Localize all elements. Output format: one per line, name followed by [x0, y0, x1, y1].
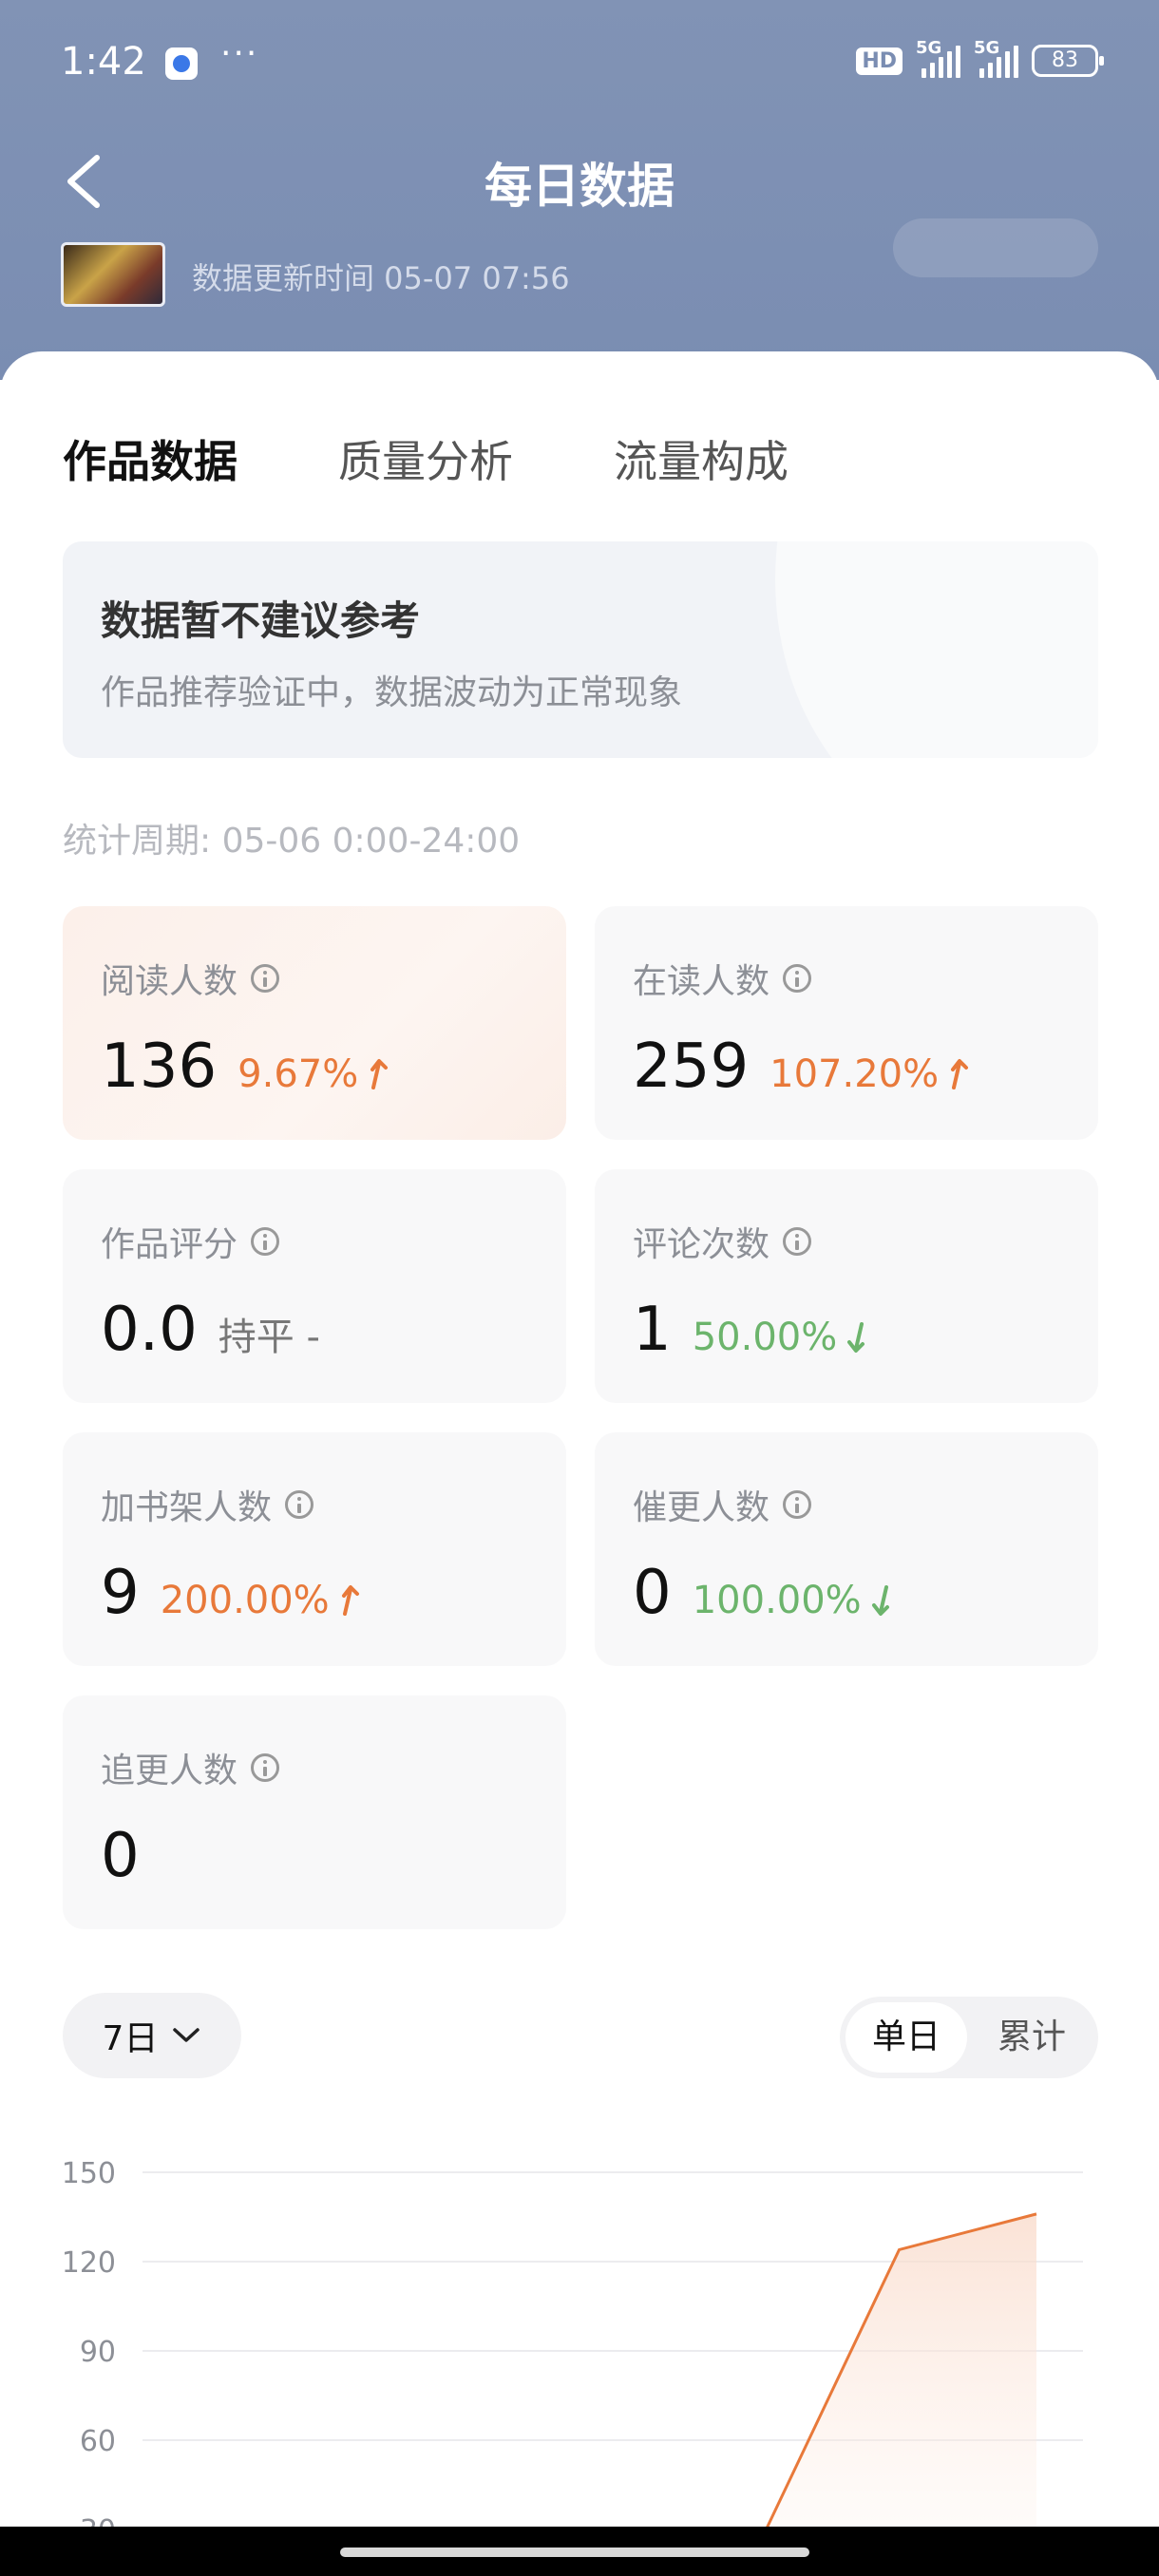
y-tick-label: 30 [80, 2514, 116, 2527]
signal-label-2: 5G [974, 38, 1000, 58]
metric-card-active-readers[interactable]: 在读人数 259 107.20% [595, 906, 1098, 1140]
change-text: 100.00% [692, 1579, 862, 1622]
trend-up-icon [341, 1585, 359, 1616]
metric-change: 9.67% [238, 1052, 390, 1096]
navigation-bar [0, 2527, 1159, 2576]
metric-card-readers[interactable]: 阅读人数 136 9.67% [63, 906, 566, 1140]
metric-label: 追更人数 [101, 1752, 238, 1790]
metric-change: 107.20% [770, 1052, 971, 1096]
change-text: 9.67% [238, 1052, 359, 1096]
info-icon[interactable] [285, 1490, 314, 1519]
metric-value: 0.0 [101, 1295, 198, 1365]
y-tick-label: 90 [80, 2336, 116, 2369]
home-gesture-handle[interactable] [340, 2548, 809, 2557]
metric-value: 0 [633, 1558, 672, 1628]
metric-card-bookshelf[interactable]: 加书架人数 9 200.00% [63, 1432, 566, 1666]
metric-value: 259 [633, 1032, 750, 1102]
metric-change: 100.00% [693, 1579, 894, 1622]
trend-down-icon [871, 1585, 889, 1616]
hd-voice-icon: HD [856, 47, 902, 75]
notice-title: 数据暂不建议参考 [101, 597, 421, 644]
metric-card-comments[interactable]: 评论次数 1 50.00% [595, 1169, 1098, 1403]
change-text: 107.20% [770, 1052, 940, 1096]
stat-period: 统计周期: 05-06 0:00-24:00 [63, 822, 521, 861]
status-bar: 1:42 ··· HD 5G 5G 83 [61, 34, 1104, 97]
status-time: 1:42 [61, 40, 146, 84]
metric-label: 评论次数 [633, 1225, 770, 1264]
metric-label: 加书架人数 [101, 1488, 273, 1527]
tab-bar: 作品数据 质量分析 流量构成 [63, 427, 788, 490]
metric-label: 在读人数 [633, 962, 770, 1001]
segment-cumulative[interactable]: 累计 [971, 2002, 1092, 2073]
book-cover-thumbnail [61, 242, 165, 307]
mode-segmented-control: 单日 累计 [840, 1997, 1098, 2078]
range-dropdown[interactable]: 7日 [63, 1993, 241, 2078]
info-icon[interactable] [251, 1753, 280, 1782]
metric-change: 持平 - [218, 1306, 320, 1361]
metric-label: 催更人数 [633, 1488, 770, 1527]
notice-card: 数据暂不建议参考 作品推荐验证中，数据波动为正常现象 [63, 541, 1098, 758]
signal-label-1: 5G [916, 38, 942, 58]
metric-card-followers[interactable]: 追更人数 0 [63, 1695, 566, 1929]
tab-traffic-composition[interactable]: 流量构成 [614, 427, 788, 490]
trend-up-icon [951, 1059, 969, 1089]
update-time: 数据更新时间 05-07 07:56 [192, 260, 570, 296]
range-label: 7日 [102, 2019, 159, 2058]
metric-value: 1 [633, 1295, 672, 1365]
status-indicators: HD 5G 5G 83 [856, 38, 1104, 78]
metric-label: 阅读人数 [101, 962, 238, 1001]
segment-single-day[interactable]: 单日 [846, 2002, 967, 2073]
change-text: 持平 - [218, 1316, 320, 1359]
page-title: 每日数据 [484, 159, 674, 214]
tab-work-data[interactable]: 作品数据 [63, 427, 238, 490]
info-icon[interactable] [783, 964, 812, 993]
signal-icon-1: 5G [916, 38, 960, 78]
change-text: 50.00% [692, 1316, 838, 1359]
metric-value: 9 [101, 1558, 140, 1628]
metric-value: 136 [101, 1032, 218, 1102]
metric-label: 作品评分 [101, 1225, 238, 1264]
info-icon[interactable] [251, 1227, 280, 1256]
y-tick-label: 150 [62, 2157, 116, 2190]
y-tick-label: 60 [80, 2425, 116, 2458]
tab-quality-analysis[interactable]: 质量分析 [338, 427, 513, 490]
info-icon[interactable] [783, 1227, 812, 1256]
chevron-down-icon [173, 2028, 200, 2042]
header-action-button[interactable] [893, 218, 1098, 277]
metric-change: 200.00% [161, 1579, 362, 1622]
y-tick-label: 120 [62, 2246, 116, 2280]
signal-icon-2: 5G [974, 38, 1018, 78]
info-icon[interactable] [251, 964, 280, 993]
info-icon[interactable] [783, 1490, 812, 1519]
trend-line-chart: 150 120 90 60 30 [62, 2157, 1083, 2527]
change-text: 200.00% [160, 1579, 330, 1622]
metric-change: 50.00% [693, 1316, 870, 1359]
metric-card-urge-update[interactable]: 催更人数 0 100.00% [595, 1432, 1098, 1666]
metric-value: 0 [101, 1821, 140, 1891]
app-notification-icon [165, 47, 198, 80]
battery-icon: 83 [1032, 45, 1104, 77]
metric-card-rating[interactable]: 作品评分 0.0 持平 - [63, 1169, 566, 1403]
trend-up-icon [370, 1059, 389, 1089]
trend-down-icon [847, 1322, 865, 1353]
notice-description: 作品推荐验证中，数据波动为正常现象 [101, 673, 683, 712]
more-notifications-icon: ··· [220, 34, 259, 73]
